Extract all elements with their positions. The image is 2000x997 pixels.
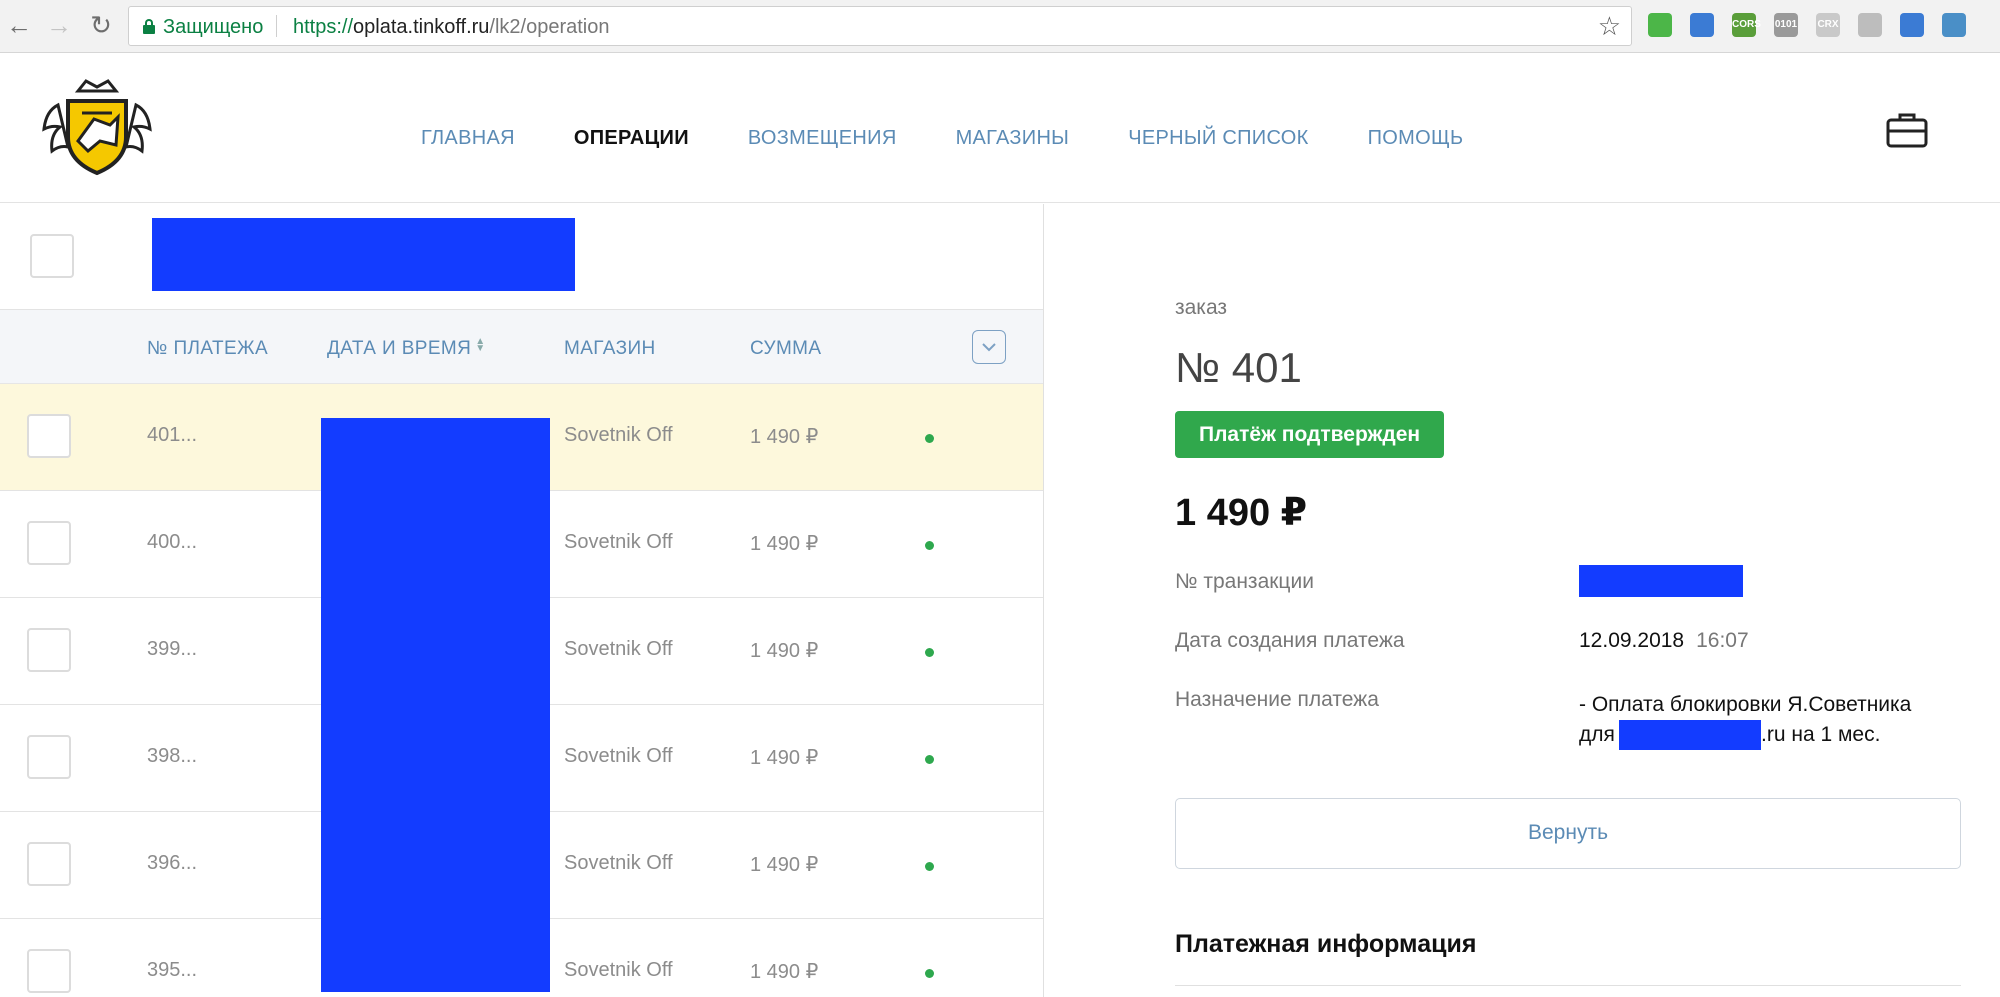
column-datetime-label: ДАТА И ВРЕМЯ [327, 338, 472, 359]
bookmark-star-icon[interactable]: ☆ [1598, 11, 1621, 42]
briefcase-icon[interactable] [1885, 111, 1929, 149]
row-checkbox[interactable] [27, 521, 71, 565]
created-label: Дата создания платежа [1175, 629, 1405, 652]
payment-id: 399... [147, 638, 198, 660]
sort-icon[interactable]: ▲ ▼ [475, 337, 485, 354]
column-shop[interactable]: МАГАЗИН [564, 338, 656, 360]
status-badge: Платёж подтвержден [1175, 411, 1445, 458]
purpose-value: - Оплата блокировки Я.Советника для .ru … [1579, 690, 1911, 750]
nav-shops[interactable]: МАГАЗИНЫ [956, 127, 1070, 150]
browser-toolbar: ← → ↻ Защищено https://oplata.tinkoff.ru… [0, 0, 2000, 53]
payment-details-panel: заказ № 401 Платёж подтвержден 1 490 ₽ №… [1045, 204, 2000, 997]
secure-label: Защищено [163, 16, 264, 38]
shop-name: Sovetnik Off [564, 959, 673, 981]
created-time: 16:07 [1696, 629, 1749, 652]
green-extension-icon[interactable] [1648, 13, 1672, 37]
columns-toggle-button[interactable] [972, 330, 1006, 364]
lock-icon [143, 19, 155, 34]
row-checkbox[interactable] [27, 414, 71, 458]
shop-name: Sovetnik Off [564, 638, 673, 660]
payment-id: 401... [147, 424, 198, 446]
amount-value: 1 490 ₽ [750, 747, 819, 769]
payment-id: 396... [147, 852, 198, 874]
crx-extension-icon[interactable]: CRX [1816, 13, 1840, 37]
column-datetime[interactable]: ДАТА И ВРЕМЯ ▲ ▼ [327, 337, 486, 360]
status-dot-icon [925, 541, 934, 550]
section-divider [1175, 985, 1961, 986]
created-date: 12.09.2018 [1579, 629, 1685, 652]
row-checkbox[interactable] [27, 949, 71, 993]
reload-icon[interactable]: ↻ [86, 10, 116, 40]
created-value: 12.09.2018 16:07 [1579, 629, 1749, 653]
back-arrow-icon[interactable]: ← [4, 10, 34, 40]
redacted-transaction-id [1579, 565, 1743, 597]
address-bar[interactable]: Защищено https://oplata.tinkoff.ru/lk2/o… [128, 6, 1632, 46]
cors-extension-icon[interactable]: CORS [1732, 13, 1761, 37]
row-checkbox[interactable] [27, 842, 71, 886]
status-dot-icon [925, 862, 934, 871]
table-header: № ПЛАТЕЖА ДАТА И ВРЕМЯ ▲ ▼ МАГАЗИН СУММА [0, 310, 1043, 384]
shop-name: Sovetnik Off [564, 852, 673, 874]
tinkoff-logo[interactable] [38, 75, 156, 179]
transaction-label: № транзакции [1175, 570, 1314, 593]
status-dot-icon [925, 755, 934, 764]
binary-extension-icon[interactable]: 0101 [1774, 13, 1798, 37]
column-amount[interactable]: СУММА [750, 338, 822, 360]
payment-id: 400... [147, 531, 198, 553]
purpose-label: Назначение платежа [1175, 688, 1379, 711]
nav-main[interactable]: ГЛАВНАЯ [421, 127, 515, 150]
order-label: заказ [1175, 296, 1228, 319]
nav-blacklist[interactable]: ЧЕРНЫЙ СПИСОК [1128, 127, 1308, 150]
refund-button[interactable]: Вернуть [1175, 798, 1961, 869]
shop-name: Sovetnik Off [564, 531, 673, 553]
url-path: /lk2/operation [489, 16, 610, 38]
payment-id: 398... [147, 745, 198, 767]
amount-value: 1 490 ₽ [750, 961, 819, 983]
payment-id: 395... [147, 959, 198, 981]
payment-info-title: Платежная информация [1175, 930, 1477, 958]
purpose-line-2: для .ru на 1 мес. [1579, 720, 1911, 750]
blue-block-extension-icon[interactable] [1690, 13, 1714, 37]
purpose-line-2-suffix: .ru на 1 мес. [1761, 723, 1881, 746]
order-number: № 401 [1175, 344, 1302, 391]
row-checkbox[interactable] [27, 628, 71, 672]
shop-name: Sovetnik Off [564, 424, 673, 446]
amount-value: 1 490 ₽ [750, 640, 819, 662]
column-payment-no[interactable]: № ПЛАТЕЖА [147, 338, 268, 360]
nav-refunds[interactable]: ВОЗМЕЩЕНИЯ [748, 127, 897, 150]
forward-arrow-icon[interactable]: → [44, 10, 74, 40]
chevron-down-icon [982, 343, 996, 352]
redacted-filter [152, 218, 575, 291]
select-all-checkbox[interactable] [30, 234, 74, 278]
payment-amount: 1 490 ₽ [1175, 492, 1308, 534]
status-dot-icon [925, 648, 934, 657]
purpose-line-1: - Оплата блокировки Я.Советника [1579, 693, 1912, 716]
row-checkbox[interactable] [27, 735, 71, 779]
status-dot-icon [925, 969, 934, 978]
url-host: oplata.tinkoff.ru [353, 16, 490, 38]
nav-help[interactable]: ПОМОЩЬ [1368, 127, 1464, 150]
shop-name: Sovetnik Off [564, 745, 673, 767]
redacted-datetime-column [321, 418, 550, 992]
drop-extension-icon[interactable] [1942, 13, 1966, 37]
amount-value: 1 490 ₽ [750, 854, 819, 876]
paw-extension-icon[interactable] [1858, 13, 1882, 37]
url-scheme: https:// [293, 16, 354, 38]
status-dot-icon [925, 434, 934, 443]
url-text[interactable]: https://oplata.tinkoff.ru/lk2/operation [293, 16, 610, 39]
amount-value: 1 490 ₽ [750, 533, 819, 555]
cart-extension-icon[interactable] [1900, 13, 1924, 37]
redacted-domain [1619, 720, 1761, 750]
url-separator [276, 15, 277, 37]
main-nav: ГЛАВНАЯ ОПЕРАЦИИ ВОЗМЕЩЕНИЯ МАГАЗИНЫ ЧЕР… [421, 127, 1522, 150]
table-toolbar [0, 204, 1043, 310]
site-header: ГЛАВНАЯ ОПЕРАЦИИ ВОЗМЕЩЕНИЯ МАГАЗИНЫ ЧЕР… [0, 53, 2000, 203]
operations-panel: № ПЛАТЕЖА ДАТА И ВРЕМЯ ▲ ▼ МАГАЗИН СУММА 4… [0, 204, 1044, 997]
nav-operations[interactable]: ОПЕРАЦИИ [574, 127, 689, 150]
amount-value: 1 490 ₽ [750, 426, 819, 448]
purpose-line-2-prefix: для [1579, 723, 1615, 746]
